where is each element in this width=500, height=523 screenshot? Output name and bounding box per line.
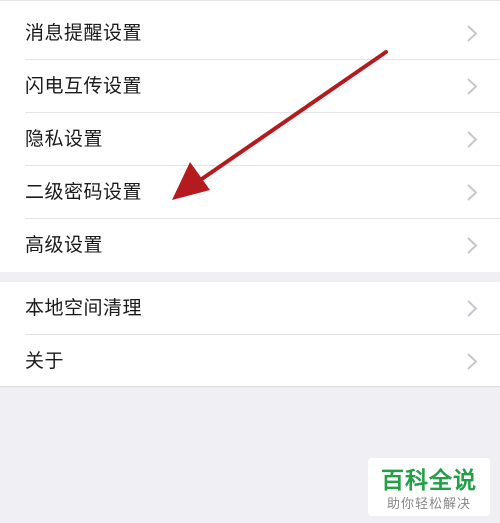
chevron-right-icon: [467, 237, 478, 254]
divider: [0, 386, 500, 387]
settings-item-privacy[interactable]: 隐私设置: [0, 113, 500, 166]
divider: [0, 0, 500, 1]
settings-item-label: 闪电互传设置: [25, 75, 143, 97]
chevron-right-icon: [467, 353, 478, 370]
settings-item-about[interactable]: 关于: [0, 335, 500, 388]
settings-item-local-storage-cleanup[interactable]: 本地空间清理: [0, 282, 500, 335]
settings-item-label: 隐私设置: [25, 128, 104, 150]
settings-item-secondary-password[interactable]: 二级密码设置: [0, 166, 500, 219]
settings-item-flash-transfer[interactable]: 闪电互传设置: [0, 60, 500, 113]
settings-item-label: 二级密码设置: [25, 181, 143, 203]
settings-item-label: 高级设置: [25, 234, 104, 256]
settings-group-main: 消息提醒设置 闪电互传设置 隐私设置 二级密码设置 高级设置: [0, 0, 500, 272]
settings-item-label: 消息提醒设置: [25, 22, 143, 44]
settings-item-message-reminder[interactable]: 消息提醒设置: [0, 7, 500, 60]
settings-item-label: 本地空间清理: [25, 297, 143, 319]
watermark-subtitle: 助你轻松解决: [386, 497, 471, 512]
chevron-right-icon: [467, 131, 478, 148]
settings-group-secondary: 本地空间清理 关于: [0, 282, 500, 386]
chevron-right-icon: [467, 184, 478, 201]
chevron-right-icon: [467, 78, 478, 95]
watermark-title: 百科全说: [381, 468, 477, 494]
settings-item-label: 关于: [25, 350, 65, 372]
settings-item-advanced[interactable]: 高级设置: [0, 219, 500, 272]
chevron-right-icon: [467, 25, 478, 42]
chevron-right-icon: [467, 300, 478, 317]
watermark-logo: 百科全说 助你轻松解决: [368, 458, 490, 516]
